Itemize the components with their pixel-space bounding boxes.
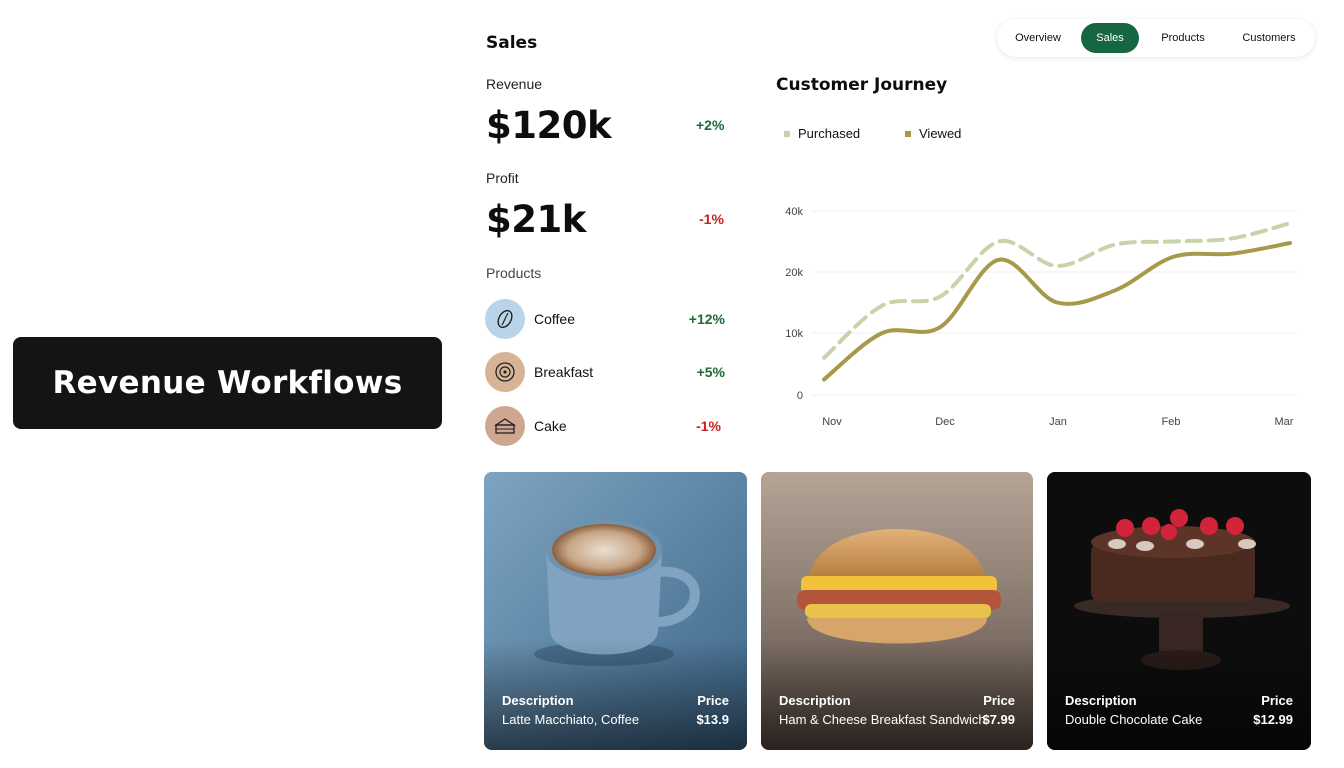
card-price-value: $13.9	[696, 712, 729, 727]
card-desc-label: Description	[779, 693, 851, 708]
customer-journey-chart: 0 10k 20k 40k Nov Dec Jan Feb Mar	[785, 206, 1298, 428]
x-tick-label: Mar	[1275, 416, 1294, 428]
series-line-viewed	[822, 241, 1292, 382]
card-desc-value: Latte Macchiato, Coffee	[502, 712, 640, 727]
y-tick-label: 20k	[785, 267, 803, 279]
card-desc-value: Double Chocolate Cake	[1065, 712, 1203, 727]
card-desc-label: Description	[502, 693, 574, 708]
y-tick-label: 0	[797, 390, 803, 402]
card-price-label: Price	[983, 693, 1015, 708]
series-line-purchased	[822, 221, 1292, 360]
card-price-label: Price	[697, 693, 729, 708]
card-price-label: Price	[1261, 693, 1293, 708]
x-tick-label: Feb	[1162, 416, 1181, 428]
product-card-coffee[interactable]: Description Latte Macchiato, Coffee Pric…	[484, 472, 747, 750]
card-desc-label: Description	[1065, 693, 1137, 708]
card-price-value: $12.99	[1253, 712, 1293, 727]
y-tick-label: 10k	[785, 328, 803, 340]
card-price-value: $7.99	[982, 712, 1015, 727]
x-tick-label: Nov	[822, 416, 842, 428]
product-card-sandwich[interactable]: Description Ham & Cheese Breakfast Sandw…	[761, 472, 1033, 750]
x-tick-label: Dec	[935, 416, 955, 428]
y-tick-label: 40k	[785, 206, 803, 218]
x-tick-label: Jan	[1049, 416, 1067, 428]
card-desc-value: Ham & Cheese Breakfast Sandwich	[779, 712, 986, 727]
product-card-cake[interactable]: Description Double Chocolate Cake Price …	[1047, 472, 1311, 750]
